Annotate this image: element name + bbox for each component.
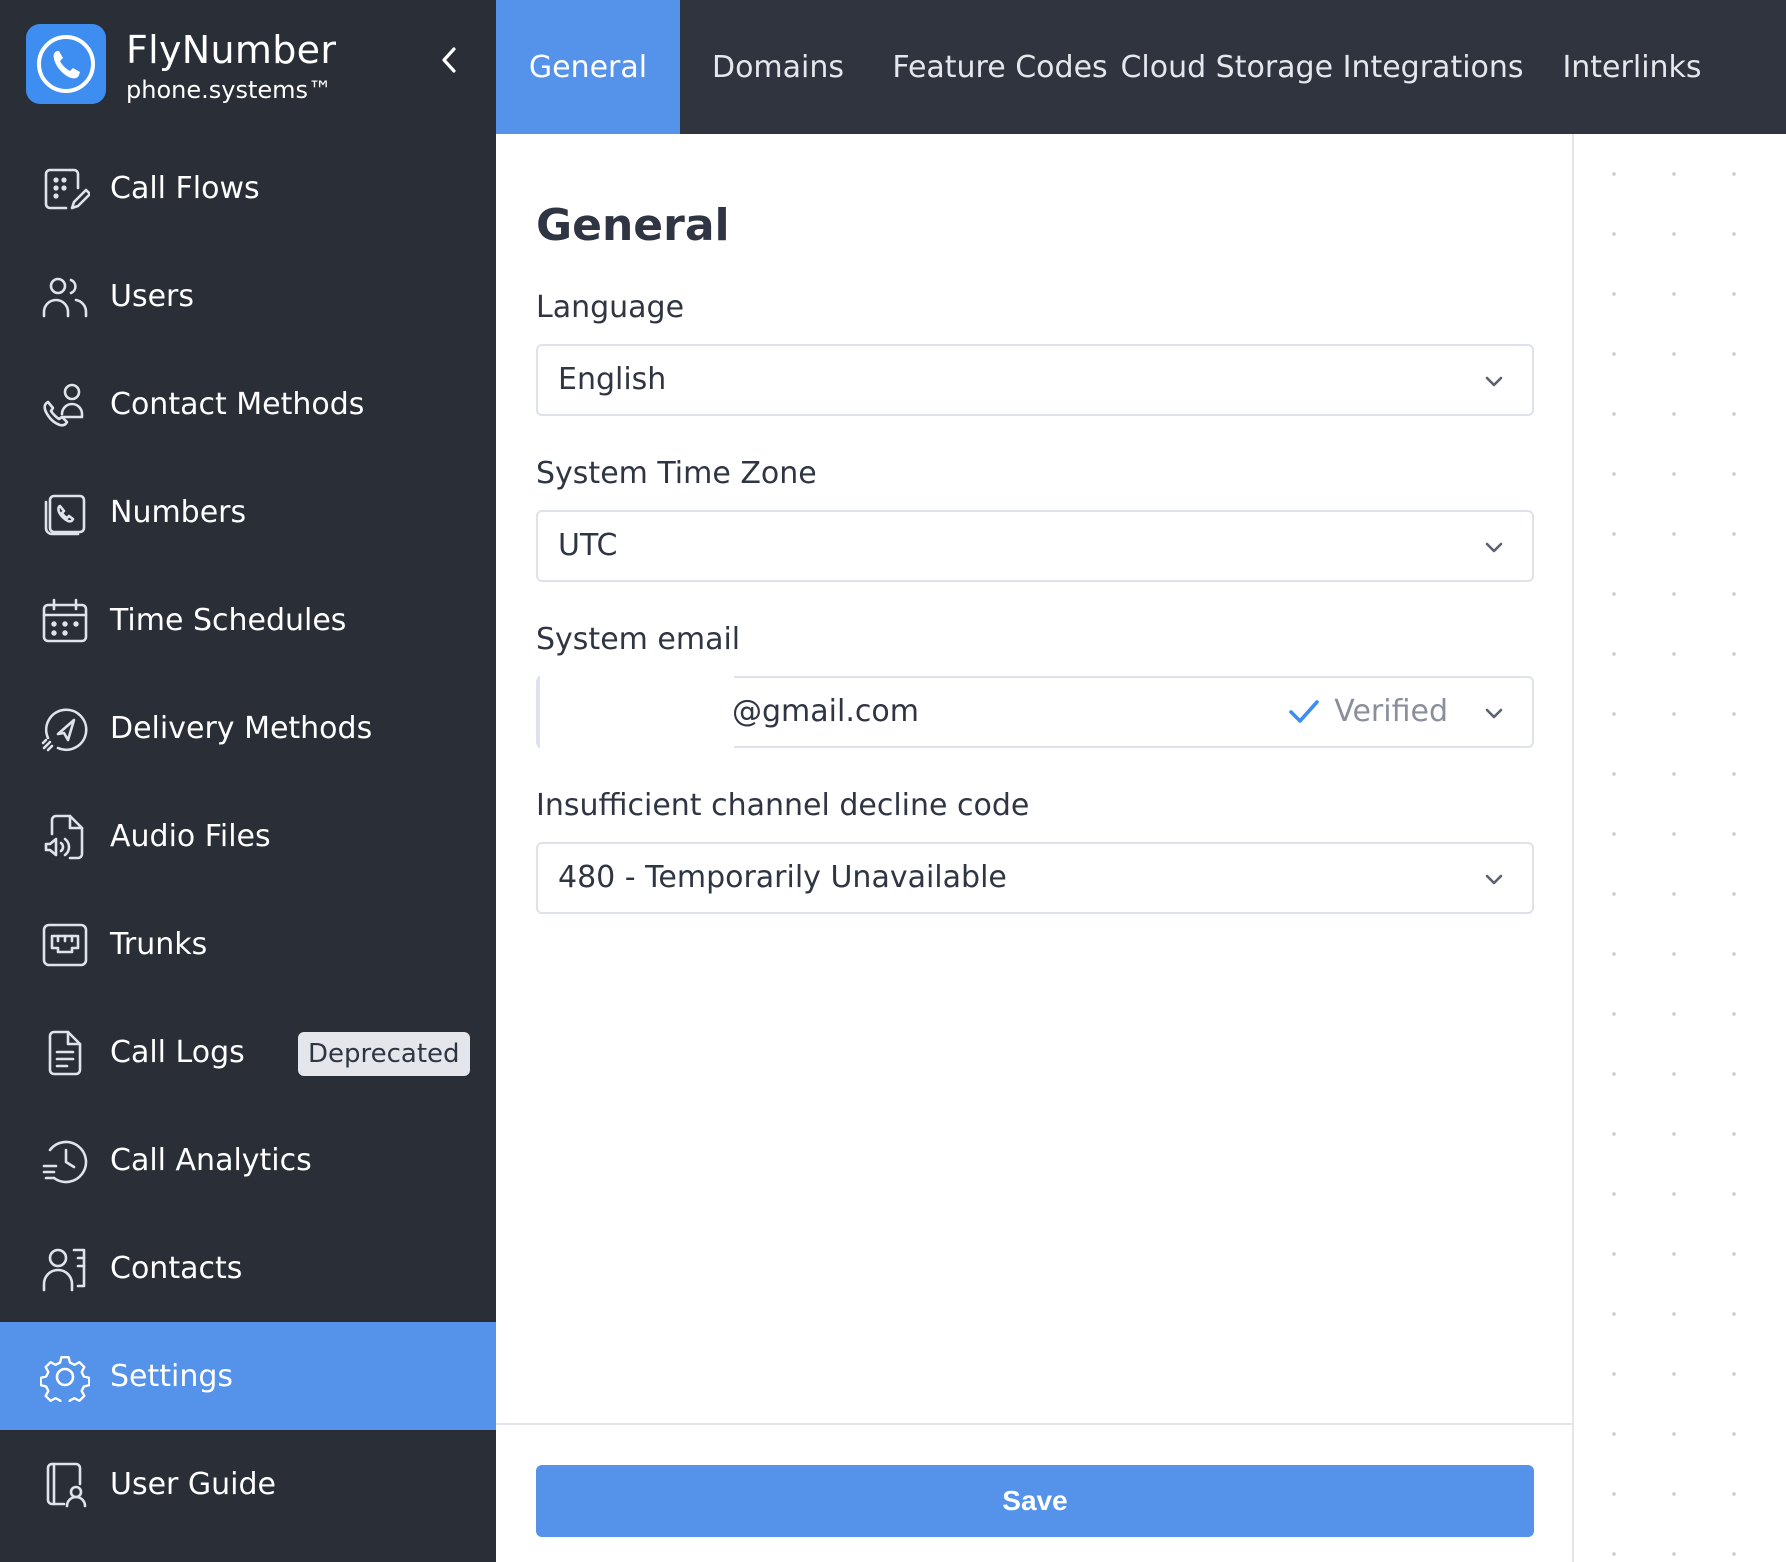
sidebar-item-time-schedules[interactable]: Time Schedules bbox=[0, 566, 496, 674]
language-label: Language bbox=[536, 290, 685, 325]
timezone-select[interactable]: UTC bbox=[536, 510, 1534, 582]
sidebar-item-trunks[interactable]: Trunks bbox=[0, 890, 496, 998]
sidebar-item-label: Numbers bbox=[110, 494, 247, 530]
audio-file-icon bbox=[40, 812, 90, 862]
sidebar-item-label: Call Analytics bbox=[110, 1142, 312, 1178]
phone-icon[interactable] bbox=[26, 24, 106, 104]
sidebar-item-numbers[interactable]: Numbers bbox=[0, 458, 496, 566]
chevron-down-icon bbox=[1485, 708, 1503, 719]
collapse-sidebar-button[interactable] bbox=[432, 40, 466, 80]
call-logs-icon bbox=[40, 1028, 90, 1078]
sidebar-item-label: User Guide bbox=[110, 1466, 277, 1502]
chevron-down-icon bbox=[1485, 542, 1503, 553]
numbers-icon bbox=[40, 488, 90, 538]
email-value: @gmail.com bbox=[732, 694, 919, 729]
email-label: System email bbox=[536, 622, 741, 657]
sidebar-item-label: Users bbox=[110, 278, 195, 314]
sidebar-item-label: Audio Files bbox=[110, 818, 271, 854]
sidebar-item-label: Delivery Methods bbox=[110, 710, 373, 746]
sidebar-item-label: Trunks bbox=[110, 926, 208, 962]
decline-code-value: 480 - Temporarily Unavailable bbox=[558, 860, 1007, 895]
sidebar: FlyNumber phone.systems™ Call Flows User… bbox=[0, 0, 496, 1562]
decline-code-select[interactable]: 480 - Temporarily Unavailable bbox=[536, 842, 1534, 914]
tab-general[interactable]: General bbox=[496, 0, 680, 134]
sidebar-item-user-guide[interactable]: User Guide bbox=[0, 1430, 496, 1538]
brand: FlyNumber phone.systems™ bbox=[26, 24, 476, 108]
dotted-background bbox=[1576, 134, 1786, 1562]
check-icon bbox=[1289, 699, 1320, 723]
sidebar-item-label: Time Schedules bbox=[110, 602, 347, 638]
sidebar-item-call-logs[interactable]: Call Logs Deprecated bbox=[0, 998, 496, 1106]
chevron-left-icon bbox=[442, 47, 456, 73]
tab-domains[interactable]: Domains bbox=[680, 0, 876, 134]
delivery-icon bbox=[40, 704, 90, 754]
page-title: General bbox=[536, 200, 730, 251]
timezone-value: UTC bbox=[558, 528, 618, 563]
sidebar-item-label: Settings bbox=[110, 1358, 234, 1394]
contact-methods-icon bbox=[40, 380, 90, 430]
call-flows-icon bbox=[40, 164, 90, 214]
sidebar-item-contact-methods[interactable]: Contact Methods bbox=[0, 350, 496, 458]
tab-cloud-storage-integrations[interactable]: Cloud Storage Integrations bbox=[1120, 0, 1523, 134]
gear-icon bbox=[40, 1352, 90, 1402]
users-icon bbox=[40, 272, 90, 322]
language-value: English bbox=[558, 362, 667, 397]
tab-feature-codes[interactable]: Feature Codes bbox=[876, 0, 1124, 134]
verified-text: Verified bbox=[1334, 694, 1448, 729]
sidebar-item-label: Contacts bbox=[110, 1250, 243, 1286]
brand-subtitle: phone.systems™ bbox=[126, 76, 333, 104]
tab-interlinks[interactable]: Interlinks bbox=[1520, 0, 1744, 134]
language-select[interactable]: English bbox=[536, 344, 1534, 416]
chevron-down-icon bbox=[1485, 874, 1503, 885]
sidebar-item-label: Call Flows bbox=[110, 170, 260, 206]
sidebar-item-contacts[interactable]: Contacts bbox=[0, 1214, 496, 1322]
sidebar-item-call-flows[interactable]: Call Flows bbox=[0, 134, 496, 242]
chevron-down-icon bbox=[1485, 376, 1503, 387]
settings-panel: General Language English System Time Zon… bbox=[496, 134, 1574, 1562]
sidebar-item-label: Contact Methods bbox=[110, 386, 365, 422]
analytics-icon bbox=[40, 1136, 90, 1186]
contacts-icon bbox=[40, 1244, 90, 1294]
save-button[interactable]: Save bbox=[536, 1465, 1534, 1537]
sidebar-item-users[interactable]: Users bbox=[0, 242, 496, 350]
calendar-icon bbox=[40, 596, 90, 646]
deprecated-badge: Deprecated bbox=[298, 1032, 470, 1076]
sidebar-item-call-analytics[interactable]: Call Analytics bbox=[0, 1106, 496, 1214]
verified-status: Verified bbox=[1288, 694, 1448, 729]
redacted-area bbox=[538, 676, 734, 748]
footer-divider bbox=[496, 1423, 1572, 1425]
brand-name: FlyNumber bbox=[126, 28, 337, 72]
sidebar-item-audio-files[interactable]: Audio Files bbox=[0, 782, 496, 890]
sidebar-item-settings[interactable]: Settings bbox=[0, 1322, 496, 1430]
decline-code-label: Insufficient channel decline code bbox=[536, 788, 1030, 823]
sidebar-item-delivery-methods[interactable]: Delivery Methods bbox=[0, 674, 496, 782]
sidebar-item-label: Call Logs bbox=[110, 1034, 245, 1070]
user-guide-icon bbox=[40, 1460, 90, 1510]
email-select[interactable]: @gmail.com Verified bbox=[536, 676, 1534, 748]
sidebar-nav: Call Flows Users Contact Methods Numbers… bbox=[0, 134, 496, 1538]
timezone-label: System Time Zone bbox=[536, 456, 817, 491]
trunks-icon bbox=[40, 920, 90, 970]
top-tabs: General Domains Feature Codes Cloud Stor… bbox=[496, 0, 1786, 134]
